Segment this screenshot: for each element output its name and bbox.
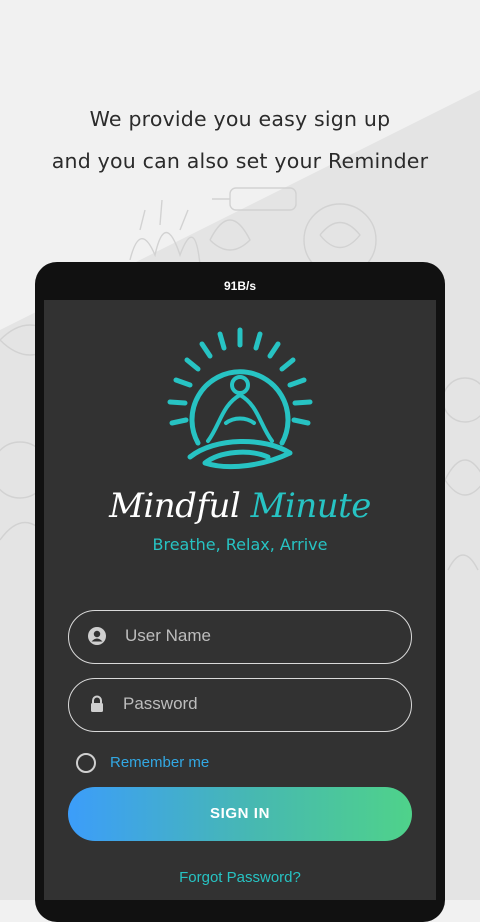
promo-line-2: and you can also set your Reminder bbox=[51, 149, 429, 173]
promo-line-1: We provide you easy sign up bbox=[89, 107, 391, 131]
user-icon bbox=[88, 627, 106, 645]
remember-me-radio[interactable] bbox=[76, 753, 96, 773]
app-title-part1: Mindful bbox=[109, 486, 241, 526]
username-field[interactable]: User Name bbox=[68, 610, 412, 664]
forgot-password-link[interactable]: Forgot Password? bbox=[44, 869, 436, 886]
promo-text: We provide you easy sign up and you can … bbox=[0, 98, 480, 182]
sign-in-button[interactable]: SIGN IN bbox=[68, 787, 412, 841]
app-title: Mindful Minute bbox=[44, 486, 436, 526]
app-title-part2: Minute bbox=[250, 486, 372, 526]
password-placeholder: Password bbox=[123, 694, 198, 713]
remember-me-label[interactable]: Remember me bbox=[110, 754, 209, 771]
password-field[interactable]: Password bbox=[68, 678, 412, 732]
meditation-logo-icon bbox=[167, 327, 313, 470]
status-bar-speed: 91B/s bbox=[223, 279, 257, 293]
app-tagline: Breathe, Relax, Arrive bbox=[152, 535, 328, 554]
username-placeholder: User Name bbox=[125, 626, 211, 645]
lock-icon bbox=[91, 695, 103, 712]
